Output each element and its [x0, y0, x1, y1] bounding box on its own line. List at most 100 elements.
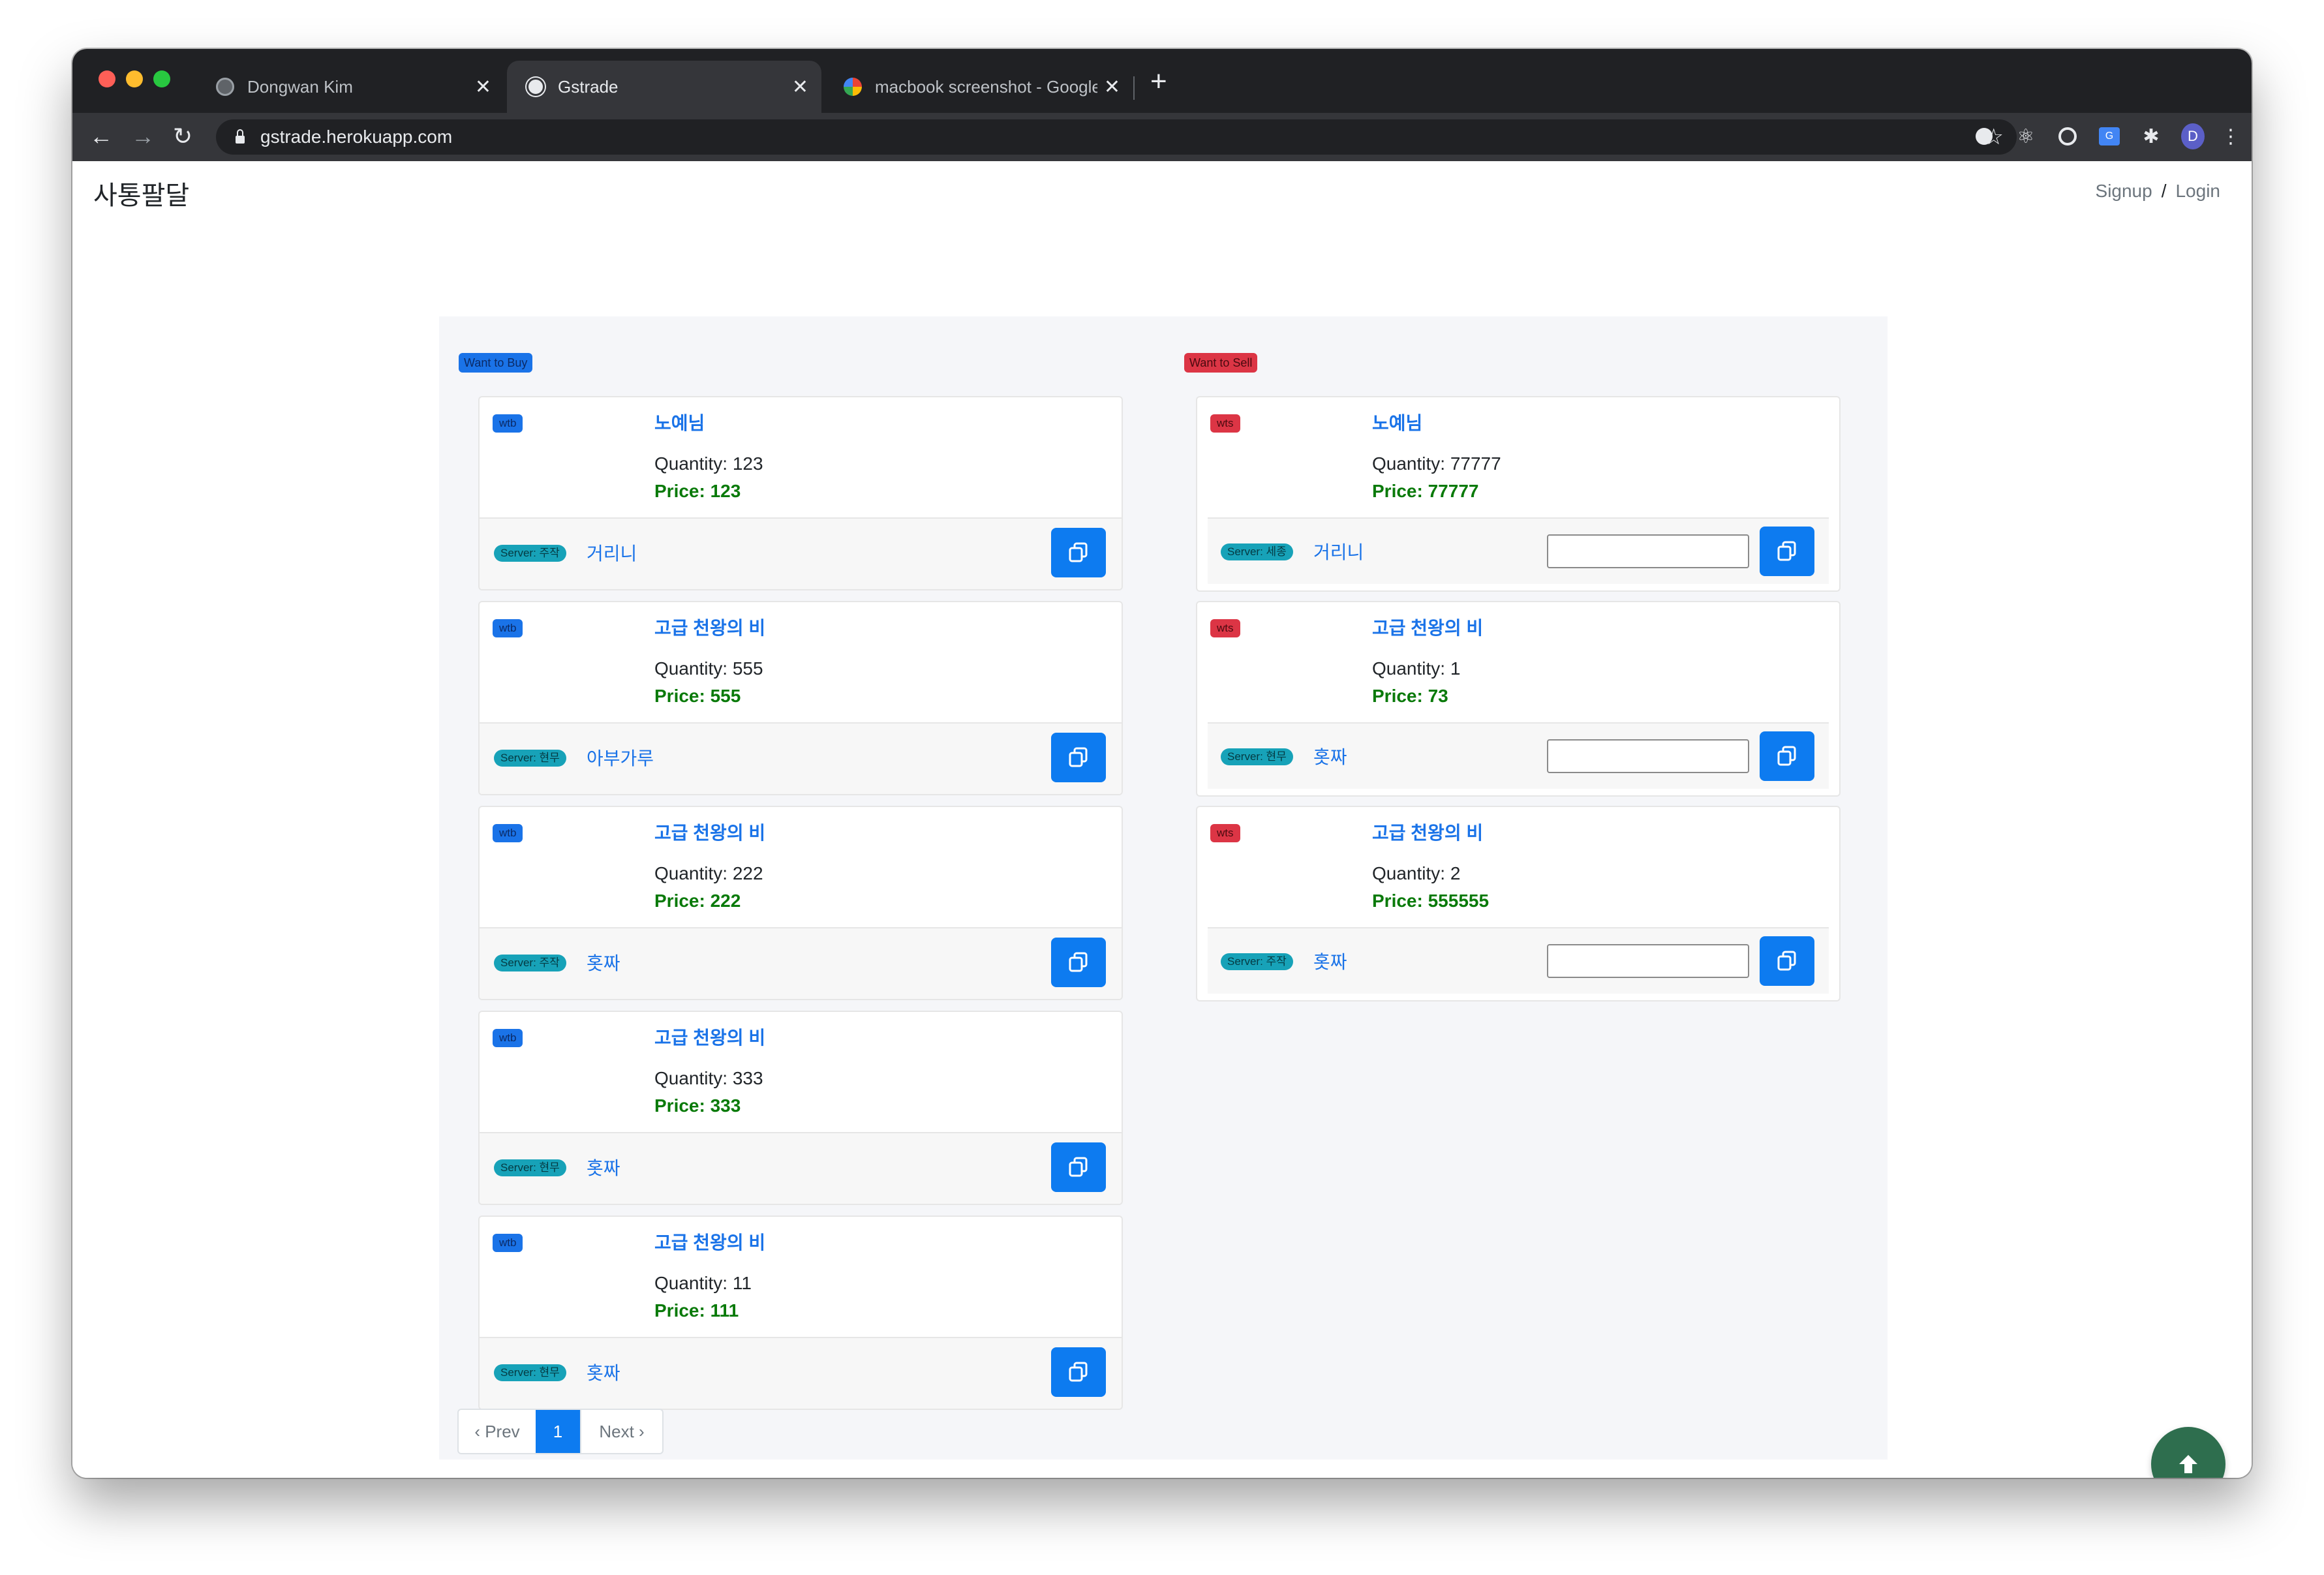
copy-button[interactable]	[1760, 731, 1814, 781]
close-tab-icon[interactable]: ✕	[792, 76, 808, 99]
profile-avatar[interactable]: D	[2181, 123, 2205, 149]
extensions-puzzle-icon[interactable]: ✱	[2139, 125, 2163, 148]
seller-link[interactable]: 아부가루	[587, 744, 654, 771]
card-footer: Server: 주작 홋짜	[480, 927, 1122, 999]
scroll-to-top-button[interactable]	[2151, 1427, 2225, 1478]
item-name-link[interactable]: 고급 천왕의 비	[654, 819, 765, 845]
copy-button[interactable]	[1051, 528, 1106, 577]
card-body: wtb 고급 천왕의 비 Quantity: 333 Price: 333	[480, 1012, 1122, 1132]
item-name-link[interactable]: 고급 천왕의 비	[1372, 819, 1483, 845]
copy-button[interactable]	[1760, 936, 1814, 986]
tab-gstrade[interactable]: Gstrade ✕	[507, 61, 821, 113]
prev-page-button[interactable]: ‹ Prev	[459, 1410, 536, 1453]
offer-input[interactable]	[1547, 944, 1749, 978]
copy-icon	[1069, 952, 1088, 972]
copy-icon	[1069, 747, 1088, 767]
trade-type-badge: wts	[1210, 619, 1240, 637]
server-badge: Server: 현무	[1221, 748, 1293, 765]
login-link[interactable]: Login	[2175, 181, 2220, 201]
price-text: Price: 111	[654, 1300, 739, 1321]
signup-link[interactable]: Signup	[2096, 181, 2152, 201]
tab-title: macbook screenshot - Google	[875, 76, 1097, 97]
copy-button[interactable]	[1051, 1347, 1106, 1397]
back-arrow-icon[interactable]: ←	[89, 122, 113, 151]
card-body: wts 고급 천왕의 비 Quantity: 1 Price: 73	[1197, 602, 1839, 722]
sell-card: wts 노예님 Quantity: 77777 Price: 77777 Server:…	[1196, 396, 1841, 592]
item-name-link[interactable]: 노예님	[1372, 409, 1422, 435]
close-tab-icon[interactable]: ✕	[1104, 76, 1120, 99]
card-body: wtb 노예님 Quantity: 123 Price: 123	[480, 397, 1122, 517]
seller-link[interactable]: 홋짜	[587, 1359, 620, 1385]
translate-icon[interactable]: G	[2098, 125, 2121, 148]
copy-button[interactable]	[1760, 527, 1814, 576]
quantity-text: Quantity: 11	[654, 1273, 752, 1293]
copy-icon	[1069, 542, 1088, 562]
reload-icon[interactable]: ↻	[173, 122, 192, 151]
item-name-link[interactable]: 고급 천왕의 비	[654, 614, 765, 640]
globe-icon	[527, 78, 545, 96]
seller-link[interactable]: 홋짜	[587, 949, 620, 975]
want-to-sell-badge: Want to Sell	[1184, 353, 1258, 373]
page-content: 사통팔달 Signup / Login Want to Buy Want to Se…	[72, 161, 2252, 1478]
card-footer: Server: 현무 홋짜	[480, 1132, 1122, 1204]
react-devtools-icon[interactable]: ⚛	[2014, 125, 2038, 148]
card-body: wtb 고급 천왕의 비 Quantity: 222 Price: 222	[480, 807, 1122, 927]
minimize-window-button[interactable]	[126, 70, 143, 87]
seller-link[interactable]: 홋짜	[587, 1154, 620, 1180]
more-menu-icon[interactable]: ⋮	[2219, 125, 2242, 148]
buy-card: wtb 고급 천왕의 비 Quantity: 222 Price: 222 Server…	[478, 806, 1123, 1000]
trade-container: Want to Buy Want to Sell wtb 노예님 Quantity:…	[439, 316, 1888, 1460]
close-window-button[interactable]	[99, 70, 115, 87]
avatar-initial: D	[2181, 123, 2205, 149]
price-text: Price: 333	[654, 1095, 741, 1116]
card-body: wtb 고급 천왕의 비 Quantity: 555 Price: 555	[480, 602, 1122, 722]
trade-type-badge: wtb	[493, 414, 523, 433]
tab-macbook-screenshot[interactable]: macbook screenshot - Google ✕	[824, 61, 1133, 113]
quantity-text: Quantity: 123	[654, 453, 763, 474]
url-text: gstrade.herokuapp.com	[260, 127, 453, 147]
extension-target-icon[interactable]	[2056, 125, 2079, 148]
quantity-text: Quantity: 1	[1372, 658, 1461, 679]
copy-icon	[1777, 541, 1796, 561]
card-footer: Server: 주작 거리니	[480, 517, 1122, 589]
tab-strip: Dongwan Kim ✕ Gstrade ✕ macbook screensh…	[72, 49, 2252, 113]
buy-card: wtb 고급 천왕의 비 Quantity: 555 Price: 555 Server…	[478, 601, 1123, 795]
item-name-link[interactable]: 노예님	[654, 409, 705, 435]
buy-card: wtb 고급 천왕의 비 Quantity: 11 Price: 111 Server:…	[478, 1216, 1123, 1410]
quantity-text: Quantity: 555	[654, 658, 763, 679]
google-icon	[844, 78, 862, 96]
item-name-link[interactable]: 고급 천왕의 비	[654, 1229, 765, 1255]
seller-link[interactable]: 거리니	[1313, 538, 1364, 564]
maximize-window-button[interactable]	[153, 70, 170, 87]
offer-input[interactable]	[1547, 534, 1749, 568]
seller-link[interactable]: 거리니	[587, 540, 637, 566]
extension-circle-icon[interactable]	[1972, 125, 1996, 148]
card-footer: Server: 현무 홋짜	[1208, 722, 1829, 789]
lock-icon	[236, 129, 245, 144]
site-brand[interactable]: 사통팔달	[93, 174, 189, 212]
page-1-button[interactable]: 1	[536, 1410, 580, 1453]
card-body: wts 노예님 Quantity: 77777 Price: 77777	[1197, 397, 1839, 517]
item-name-link[interactable]: 고급 천왕의 비	[654, 1024, 765, 1050]
next-page-button[interactable]: Next ›	[580, 1410, 662, 1453]
copy-button[interactable]	[1051, 733, 1106, 782]
tab-separator	[1133, 76, 1135, 100]
forward-arrow-icon[interactable]: →	[131, 122, 155, 151]
item-name-link[interactable]: 고급 천왕의 비	[1372, 614, 1483, 640]
seller-link[interactable]: 홋짜	[1313, 743, 1347, 769]
offer-input[interactable]	[1547, 739, 1749, 773]
close-tab-icon[interactable]: ✕	[475, 76, 491, 99]
server-badge: Server: 주작	[1221, 953, 1293, 970]
price-text: Price: 73	[1372, 686, 1448, 706]
seller-link[interactable]: 홋짜	[1313, 948, 1347, 974]
server-badge: Server: 현무	[494, 1159, 566, 1176]
want-to-buy-badge: Want to Buy	[459, 353, 533, 373]
tab-dongwan-kim[interactable]: Dongwan Kim ✕	[196, 61, 504, 113]
copy-button[interactable]	[1051, 938, 1106, 987]
quantity-text: Quantity: 77777	[1372, 453, 1501, 474]
card-footer: Server: 현무 홋짜	[480, 1337, 1122, 1409]
trade-type-badge: wtb	[493, 619, 523, 637]
copy-button[interactable]	[1051, 1142, 1106, 1192]
new-tab-button[interactable]: +	[1150, 66, 1167, 97]
address-bar[interactable]: gstrade.herokuapp.com ☆	[216, 119, 2017, 155]
